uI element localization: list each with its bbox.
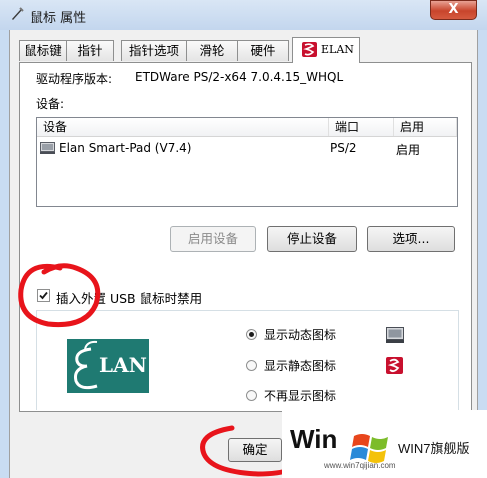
tab-pointer-options[interactable]: 指针选项 — [121, 40, 187, 61]
static-elan-icon — [386, 357, 403, 374]
options-button[interactable]: 选项... — [367, 226, 455, 252]
driver-version-value: ETDWare PS/2-x64 7.0.4.15_WHQL — [135, 70, 344, 84]
tab-elan[interactable]: ELAN — [292, 37, 360, 63]
driver-version-label: 驱动程序版本: — [36, 72, 113, 86]
watermark-win-text: Win — [290, 424, 338, 454]
radio-hide-icon[interactable] — [246, 390, 257, 401]
radio-show-animated-icon[interactable] — [246, 329, 257, 340]
tab-mouse-buttons[interactable]: 鼠标键 — [19, 40, 67, 61]
device-list-header: 设备 端口 启用 — [37, 118, 457, 137]
column-device[interactable]: 设备 — [37, 118, 329, 136]
device-list[interactable]: 设备 端口 启用 Elan Smart-Pad (V7.4) PS/2 启用 — [36, 117, 458, 207]
stop-device-button[interactable]: 停止设备 — [267, 226, 357, 252]
elan-brand-icon — [302, 42, 317, 57]
enable-device-button[interactable]: 启用设备 — [170, 226, 256, 252]
tab-pointers[interactable]: 指针 — [66, 40, 114, 61]
tab-elan-label: ELAN — [321, 43, 354, 56]
column-port[interactable]: 端口 — [329, 118, 394, 136]
device-name: Elan Smart-Pad (V7.4) — [59, 141, 192, 155]
elan-logo: LAN — [67, 339, 149, 393]
animated-touchpad-icon — [386, 327, 404, 343]
close-button[interactable]: X — [430, 0, 477, 20]
touchpad-icon — [40, 142, 55, 154]
device-status: 启用 — [396, 143, 421, 157]
watermark-brand: WIN7旗舰版 — [398, 441, 470, 456]
watermark-url: www.win7qijian.com — [324, 461, 396, 470]
devices-label: 设备: — [36, 97, 65, 111]
window-title: 鼠标 属性 — [30, 11, 87, 26]
radio-show-static-icon[interactable] — [246, 360, 257, 371]
tab-hardware[interactable]: 硬件 — [237, 40, 289, 61]
elan-logo-text: LAN — [99, 353, 147, 377]
usb-disable-checkbox[interactable] — [37, 289, 50, 302]
mouse-pointer-icon — [9, 6, 25, 22]
table-row[interactable]: Elan Smart-Pad (V7.4) PS/2 启用 — [37, 140, 457, 158]
show-static-icon-label[interactable]: 显示静态图标 — [264, 357, 336, 374]
show-animated-icon-label[interactable]: 显示动态图标 — [264, 326, 336, 343]
column-enabled[interactable]: 启用 — [394, 118, 457, 136]
hide-icon-label[interactable]: 不再显示图标 — [264, 387, 336, 404]
ok-button[interactable]: 确定 — [228, 438, 282, 462]
device-port: PS/2 — [330, 141, 357, 155]
usb-disable-label[interactable]: 插入外置 USB 鼠标时禁用 — [56, 288, 202, 307]
tab-wheel[interactable]: 滑轮 — [186, 40, 238, 61]
mouse-properties-window: 鼠标 属性 X 鼠标键 指针 指针选项 滑轮 硬件 ELAN 驱动程序版本: E… — [0, 0, 487, 478]
